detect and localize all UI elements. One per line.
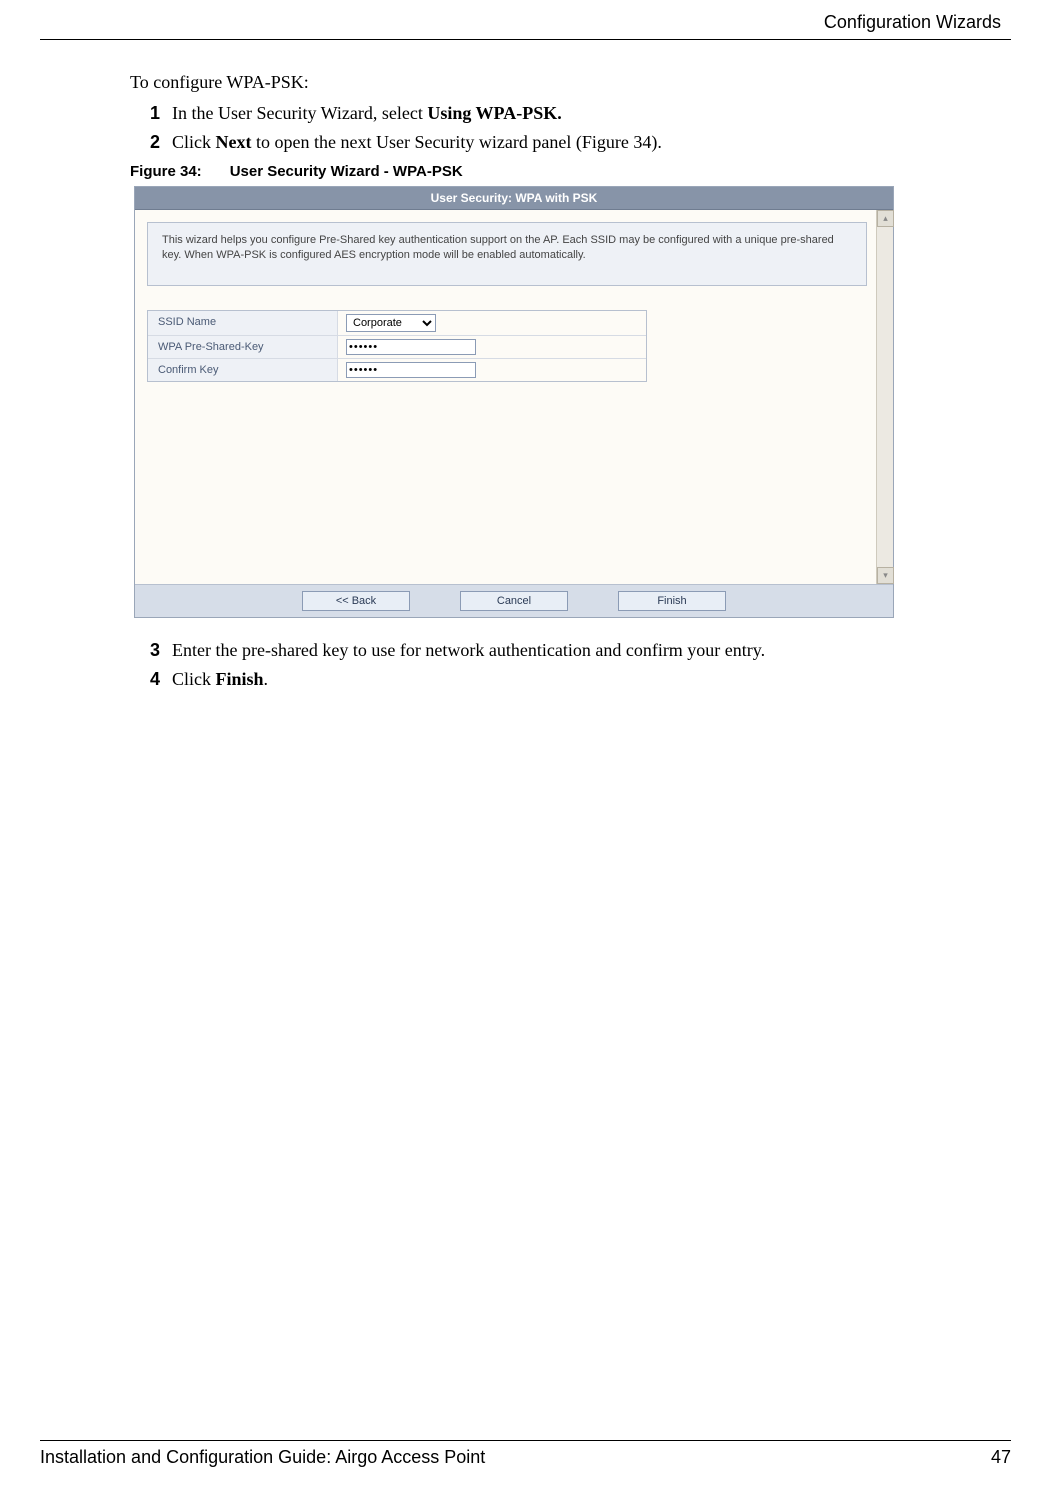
step-text: Click Next to open the next User Securit… — [172, 132, 662, 153]
wizard-footer: << Back Cancel Finish — [135, 584, 893, 617]
wizard-title: User Security: WPA with PSK — [135, 187, 893, 210]
wizard-description: This wizard helps you configure Pre-Shar… — [147, 222, 867, 286]
steps-list-bottom: 3 Enter the pre-shared key to use for ne… — [130, 640, 910, 690]
step-number: 2 — [144, 132, 160, 153]
scrollbar[interactable]: ▴ ▾ — [876, 210, 893, 584]
step-pre: In the User Security Wizard, select — [172, 103, 427, 123]
step-pre: Click — [172, 669, 216, 689]
steps-list-top: 1 In the User Security Wizard, select Us… — [130, 103, 910, 153]
step-post: to open the next User Security wizard pa… — [251, 132, 661, 152]
step-1: 1 In the User Security Wizard, select Us… — [144, 103, 910, 124]
footer-rule — [40, 1440, 1011, 1441]
step-text: Enter the pre-shared key to use for netw… — [172, 640, 765, 661]
step-2: 2 Click Next to open the next User Secur… — [144, 132, 910, 153]
step-number: 1 — [144, 103, 160, 124]
row-psk: WPA Pre-Shared-Key — [148, 336, 646, 359]
row-confirm: Confirm Key — [148, 359, 646, 381]
step-4: 4 Click Finish. — [144, 669, 910, 690]
page-footer: Installation and Configuration Guide: Ai… — [40, 1440, 1011, 1468]
wizard-spacer — [147, 382, 881, 572]
confirm-input[interactable] — [346, 362, 476, 378]
footer-left: Installation and Configuration Guide: Ai… — [40, 1447, 485, 1468]
row-ssid: SSID Name Corporate — [148, 311, 646, 336]
step-text: In the User Security Wizard, select Usin… — [172, 103, 562, 124]
step-bold: Finish — [216, 669, 264, 689]
ssid-select[interactable]: Corporate — [346, 314, 436, 332]
header-section: Configuration Wizards — [40, 10, 1011, 33]
finish-button[interactable]: Finish — [618, 591, 726, 611]
step-number: 4 — [144, 669, 160, 690]
step-3: 3 Enter the pre-shared key to use for ne… — [144, 640, 910, 661]
wizard-form: SSID Name Corporate WPA Pre-Shared-Key — [147, 310, 647, 382]
step-number: 3 — [144, 640, 160, 661]
back-button[interactable]: << Back — [302, 591, 410, 611]
wizard-panel: User Security: WPA with PSK ▴ ▾ This wiz… — [134, 186, 894, 618]
step-bold: Using WPA-PSK. — [427, 103, 561, 123]
step-post: . — [264, 669, 269, 689]
scroll-down-icon[interactable]: ▾ — [877, 567, 894, 584]
wizard-body: ▴ ▾ This wizard helps you configure Pre-… — [135, 210, 893, 584]
intro-text: To configure WPA-PSK: — [130, 72, 910, 93]
figure-caption: Figure 34: User Security Wizard - WPA-PSK — [130, 163, 910, 180]
ssid-label: SSID Name — [148, 311, 338, 335]
footer-page-number: 47 — [991, 1447, 1011, 1468]
scroll-up-icon[interactable]: ▴ — [877, 210, 894, 227]
psk-label: WPA Pre-Shared-Key — [148, 336, 338, 358]
figure-title: User Security Wizard - WPA-PSK — [230, 163, 463, 180]
confirm-label: Confirm Key — [148, 359, 338, 381]
cancel-button[interactable]: Cancel — [460, 591, 568, 611]
psk-input[interactable] — [346, 339, 476, 355]
step-pre: Click — [172, 132, 216, 152]
step-bold: Next — [216, 132, 252, 152]
step-text: Click Finish. — [172, 669, 268, 690]
figure-label: Figure 34: — [130, 163, 202, 180]
